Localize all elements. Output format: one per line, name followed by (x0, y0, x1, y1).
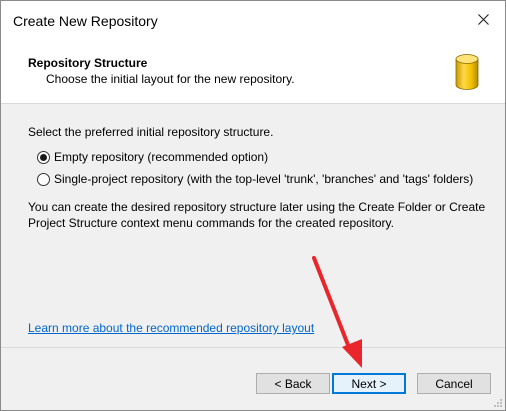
option-empty-repository[interactable]: Empty repository (recommended option) (37, 150, 268, 164)
close-icon (477, 13, 489, 25)
option-single-project-label: Single-project repository (with the top-… (54, 172, 474, 186)
radio-single-project-repository[interactable] (37, 172, 50, 186)
option-empty-repository-label: Empty repository (recommended option) (54, 150, 269, 164)
cancel-button[interactable]: Cancel (417, 373, 491, 394)
radio-empty-repository[interactable] (37, 150, 50, 164)
create-repository-dialog: Create New Repository Repository Structu… (0, 0, 506, 411)
structure-prompt: Select the preferred initial repository … (28, 125, 274, 139)
header-title: Repository Structure (28, 56, 148, 70)
resize-grip-icon[interactable] (493, 398, 503, 408)
learn-more-link[interactable]: Learn more about the recommended reposit… (28, 321, 314, 335)
next-button[interactable]: Next > (332, 373, 406, 394)
option-single-project-repository[interactable]: Single-project repository (with the top-… (37, 172, 473, 186)
header-subtitle: Choose the initial layout for the new re… (46, 72, 295, 86)
title-bar[interactable]: Create New Repository (1, 1, 505, 43)
back-button[interactable]: < Back (256, 373, 330, 394)
close-button[interactable] (461, 1, 505, 37)
structure-note: You can create the desired repository st… (28, 200, 486, 230)
wizard-header: Repository Structure Choose the initial … (1, 43, 505, 104)
wizard-footer: < Back Next > Cancel (1, 347, 505, 410)
wizard-content: Select the preferred initial repository … (1, 105, 505, 347)
database-icon (455, 54, 479, 90)
window-title: Create New Repository (13, 13, 158, 29)
